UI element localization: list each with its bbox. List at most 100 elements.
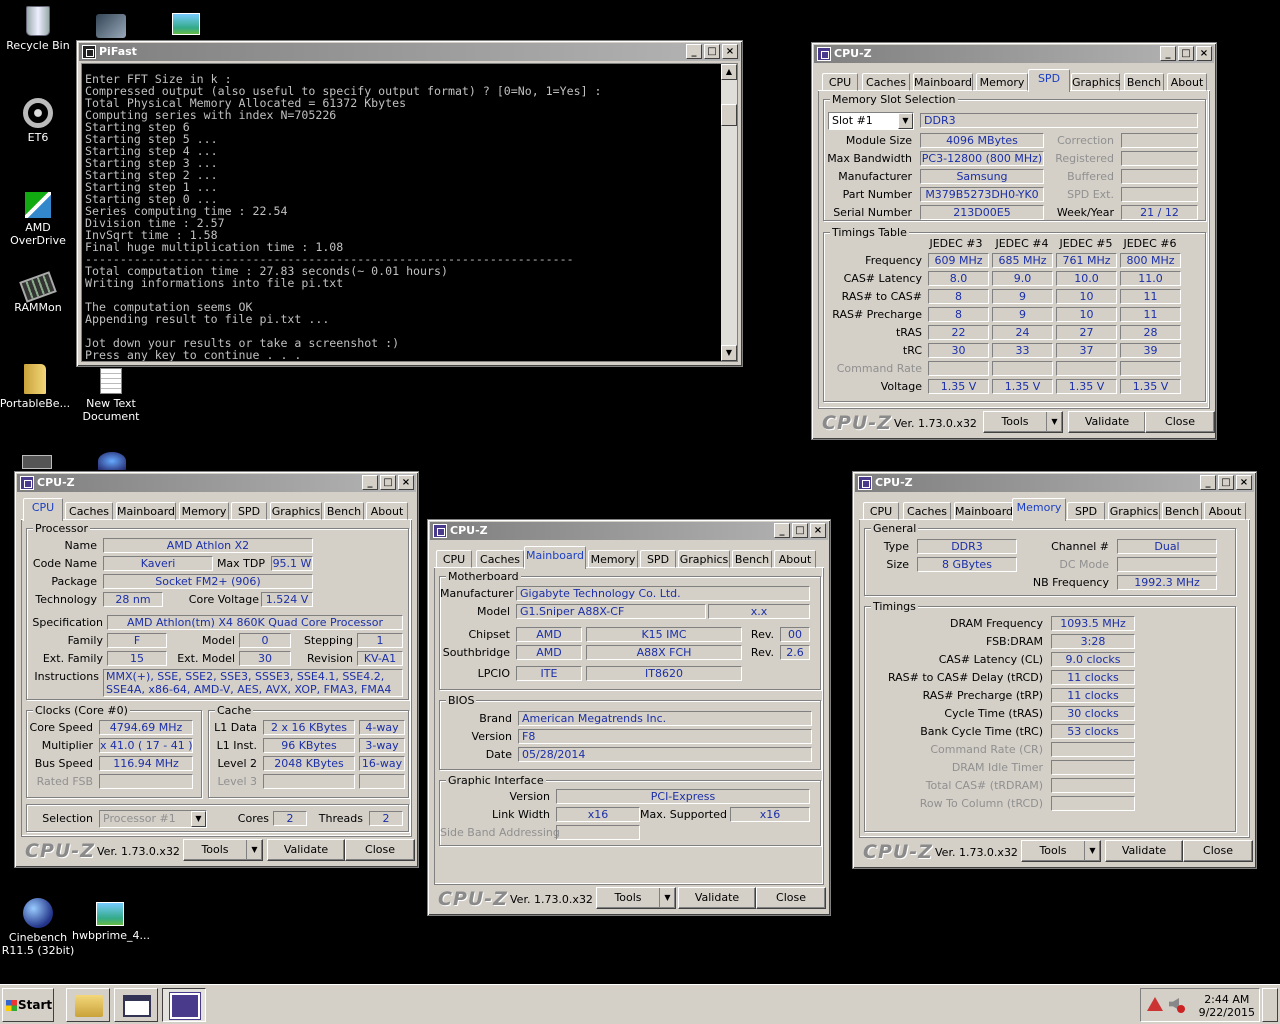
desktop-icon-partial-image[interactable] [172, 13, 200, 35]
desktop-icon-et6[interactable]: ET6 [0, 98, 76, 144]
close-button[interactable]: × [1236, 475, 1252, 490]
tab-graphics[interactable]: Graphics [270, 502, 322, 520]
cpuz-title-bar[interactable]: CPU-Z _ □ × [814, 45, 1214, 63]
minimize-button[interactable]: _ [1160, 46, 1176, 61]
tab-bench[interactable]: Bench [1124, 73, 1164, 91]
maximize-button[interactable]: □ [380, 475, 396, 490]
close-window-button[interactable]: Close [1145, 411, 1215, 433]
tab-graphics[interactable]: Graphics [678, 550, 730, 568]
start-button[interactable]: Start [2, 988, 54, 1022]
tab-mainboard[interactable]: Mainboard [116, 502, 176, 520]
cpuz-title-bar[interactable]: CPU-Z _ □ × [430, 522, 828, 540]
close-button[interactable]: × [722, 44, 738, 59]
tab-memory[interactable]: Memory [1012, 498, 1066, 521]
close-button[interactable]: × [1196, 46, 1212, 61]
validate-button[interactable]: Validate [678, 887, 756, 909]
scroll-down-icon[interactable]: ▼ [721, 345, 737, 361]
tab-mainboard[interactable]: Mainboard [954, 502, 1014, 520]
tools-button[interactable]: Tools ▼ [983, 411, 1063, 433]
chevron-down-icon[interactable]: ▼ [1046, 412, 1062, 432]
tab-graphics[interactable]: Graphics [1071, 73, 1121, 91]
desktop-icon-cinebench[interactable]: Cinebench R11.5 (32bit) [0, 898, 76, 957]
tab-memory[interactable]: Memory [976, 73, 1028, 91]
desktop-icon-partial[interactable] [96, 14, 126, 38]
desktop-icon-partial-2[interactable] [22, 455, 52, 469]
cpuz-title-bar[interactable]: CPU-Z _ □ × [855, 474, 1254, 492]
cpuz-spd-window[interactable]: CPU-Z _ □ × CPU Caches Mainboard Memory … [811, 42, 1217, 440]
tab-mainboard[interactable]: Mainboard [913, 73, 973, 91]
minimize-button[interactable]: _ [686, 44, 702, 59]
validate-button[interactable]: Validate [1068, 411, 1146, 433]
tab-bench[interactable]: Bench [732, 550, 772, 568]
pifast-window[interactable]: PiFast _ □ × Enter FFT Size in k : Compr… [76, 40, 743, 367]
chevron-down-icon[interactable]: ▼ [246, 840, 262, 860]
tab-cpu[interactable]: CPU [23, 498, 63, 521]
desktop-icon-partial-3[interactable] [98, 452, 126, 470]
tab-bench[interactable]: Bench [324, 502, 364, 520]
desktop-icon-recycle-bin[interactable]: Recycle Bin [0, 6, 76, 52]
tab-cpu[interactable]: CPU [863, 502, 899, 520]
tab-graphics[interactable]: Graphics [1108, 502, 1160, 520]
clock[interactable]: 2:44 AM 9/22/2015 [1199, 993, 1255, 1019]
minimize-button[interactable]: _ [774, 523, 790, 538]
taskbar-explorer[interactable] [66, 988, 110, 1022]
desktop-icon-portable[interactable]: PortableBe... [0, 364, 73, 410]
tab-memory[interactable]: Memory [588, 550, 638, 568]
tab-spd[interactable]: SPD [1028, 69, 1070, 92]
close-window-button[interactable]: Close [1183, 840, 1253, 862]
minimize-button[interactable]: _ [362, 475, 378, 490]
processor-select[interactable]: Processor #1 ▼ [99, 810, 207, 828]
tab-spd[interactable]: SPD [1067, 502, 1105, 520]
taskbar-cpuz[interactable] [162, 988, 206, 1022]
tab-memory[interactable]: Memory [179, 502, 229, 520]
scroll-up-icon[interactable]: ▲ [721, 64, 737, 80]
scroll-thumb[interactable] [721, 104, 737, 126]
validate-button[interactable]: Validate [267, 839, 345, 861]
cpuz-cpu-window[interactable]: CPU-Z _ □ × CPU Caches Mainboard Memory … [14, 471, 419, 868]
close-button[interactable]: × [810, 523, 826, 538]
tab-about[interactable]: About [1204, 502, 1246, 520]
network-icon[interactable] [1147, 997, 1163, 1011]
desktop-icon-amd-overdrive[interactable]: AMD OverDrive [0, 192, 76, 247]
validate-button[interactable]: Validate [1105, 840, 1183, 862]
chevron-down-icon[interactable]: ▼ [191, 811, 206, 827]
close-window-button[interactable]: Close [345, 839, 415, 861]
tab-mainboard[interactable]: Mainboard [524, 546, 586, 569]
taskbar-console[interactable] [114, 988, 158, 1022]
chevron-down-icon[interactable]: ▼ [659, 888, 675, 908]
tab-caches[interactable]: Caches [903, 502, 951, 520]
tab-about[interactable]: About [1167, 73, 1207, 91]
tools-button[interactable]: Tools ▼ [183, 839, 263, 861]
maximize-button[interactable]: □ [792, 523, 808, 538]
console-output[interactable]: Enter FFT Size in k : Compressed output … [81, 63, 738, 362]
show-desktop-button[interactable] [1262, 988, 1278, 1022]
minimize-button[interactable]: _ [1200, 475, 1216, 490]
slot-select[interactable]: Slot #1 ▼ [828, 112, 914, 130]
cpuz-memory-window[interactable]: CPU-Z _ □ × CPU Caches Mainboard Memory … [852, 471, 1257, 869]
desktop-icon-rammon[interactable]: RAMMon [0, 271, 76, 314]
tools-button[interactable]: Tools ▼ [596, 887, 676, 909]
tab-caches[interactable]: Caches [862, 73, 910, 91]
tools-button[interactable]: Tools ▼ [1021, 840, 1101, 862]
tab-caches[interactable]: Caches [476, 550, 524, 568]
pifast-title-bar[interactable]: PiFast _ □ × [79, 43, 740, 61]
tab-cpu[interactable]: CPU [436, 550, 472, 568]
chevron-down-icon[interactable]: ▼ [1084, 841, 1100, 861]
close-window-button[interactable]: Close [756, 887, 826, 909]
close-button[interactable]: × [398, 475, 414, 490]
maximize-button[interactable]: □ [1218, 475, 1234, 490]
tab-about[interactable]: About [774, 550, 816, 568]
tab-spd[interactable]: SPD [231, 502, 267, 520]
tab-bench[interactable]: Bench [1162, 502, 1202, 520]
console-scrollbar[interactable]: ▲ ▼ [721, 64, 737, 361]
tab-about[interactable]: About [366, 502, 408, 520]
tab-caches[interactable]: Caches [65, 502, 113, 520]
desktop-icon-new-text-document[interactable]: New Text Document [73, 368, 149, 423]
maximize-button[interactable]: □ [704, 44, 720, 59]
cpuz-mainboard-window[interactable]: CPU-Z _ □ × CPU Caches Mainboard Memory … [427, 519, 831, 916]
chevron-down-icon[interactable]: ▼ [898, 113, 913, 129]
desktop-icon-hwbprime[interactable]: hwbprime_4... [72, 902, 150, 942]
maximize-button[interactable]: □ [1178, 46, 1194, 61]
cpuz-title-bar[interactable]: CPU-Z _ □ × [17, 474, 416, 492]
tab-cpu[interactable]: CPU [822, 73, 858, 91]
